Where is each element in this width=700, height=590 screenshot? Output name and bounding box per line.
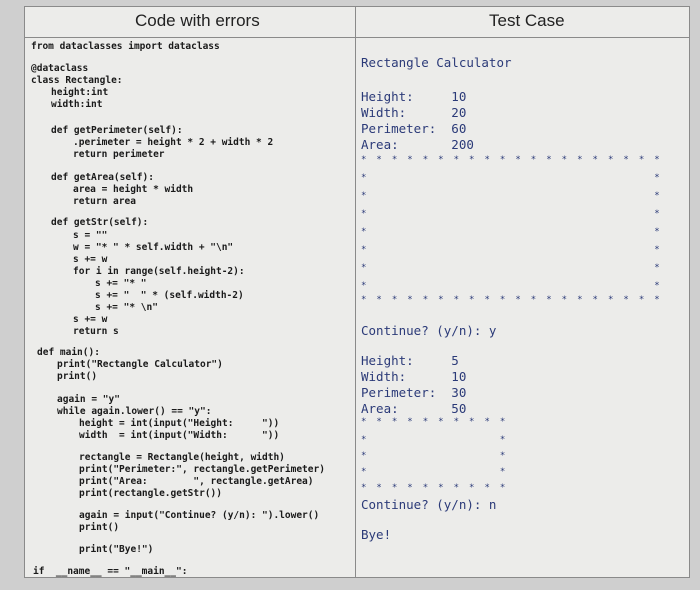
output-line: Perimeter: 60 [361,121,467,136]
code-line: if __name__ == "__main__": [33,566,188,577]
code-column-title: Code with errors [135,11,260,30]
output-line: Perimeter: 30 [361,385,467,400]
code-line: print("Bye!") [79,544,154,555]
code-line: class Rectangle: [31,75,123,86]
output-line: Width: 20 [361,105,467,120]
output-rectangle-row: * * [361,435,508,445]
code-line: return perimeter [73,149,165,160]
output-line: Bye! [361,527,392,542]
code-line: height:int [51,87,109,98]
code-comparison-panel: Code with errors Test Case from dataclas… [24,6,690,578]
code-line: s += "* \n" [95,302,158,313]
code-line: print(rectangle.getStr()) [79,488,222,499]
code-line: def main(): [37,347,100,358]
code-line: from dataclasses import dataclass [31,41,220,52]
code-line: width = int(input("Width: ")) [79,430,280,441]
output-rectangle-row: * * * * * * * * * * * * * * * * * * * * [361,295,663,305]
code-line: w = "* " * self.width + "\n" [73,242,234,253]
code-line: area = height * width [73,184,194,195]
code-line: return s [73,326,119,337]
code-line: .perimeter = height * 2 + width * 2 [73,137,274,148]
code-line: def getArea(self): [51,172,154,183]
code-line: s = "" [73,230,108,241]
output-rectangle-row: * * [361,245,663,255]
code-line: again = input("Continue? (y/n): ").lower… [79,510,320,521]
output-rectangle-row: * * * * * * * * * * [361,483,508,493]
column-divider [355,7,356,577]
output-line: Height: 5 [361,353,459,368]
output-line: Width: 10 [361,369,467,384]
code-line: def getStr(self): [51,217,149,228]
output-line: Area: 50 [361,401,467,416]
code-line: def getPerimeter(self): [51,125,183,136]
code-line: print() [57,371,98,382]
code-line: return area [73,196,136,207]
output-rectangle-row: * * [361,173,663,183]
code-line: width:int [51,99,103,110]
output-line: Area: 200 [361,137,474,152]
code-line: while again.lower() == "y": [57,406,212,417]
output-rectangle-row: * * [361,451,508,461]
panel-header: Code with errors Test Case [25,7,689,38]
output-rectangle-row: * * [361,227,663,237]
code-line: s += "* " [95,278,147,289]
code-line: height = int(input("Height: ")) [79,418,280,429]
output-rectangle-row: * * [361,191,663,201]
output-rectangle-row: * * [361,263,663,273]
program-output: Rectangle Calculator Height: 10 Width: 20 P… [361,37,687,577]
output-line: Continue? (y/n): n [361,497,497,512]
code-line: @dataclass [31,63,89,74]
code-line: print() [79,522,120,533]
code-line: rectangle = Rectangle(height, width) [79,452,285,463]
code-line: s += w [73,254,108,265]
output-line: Rectangle Calculator [361,55,512,70]
output-line: Height: 10 [361,89,467,104]
code-line: for i in range(self.height-2): [73,266,245,277]
code-line: print("Area: ", rectangle.getArea) [79,476,314,487]
output-rectangle-row: * * * * * * * * * * * * * * * * * * * * [361,155,663,165]
test-case-column-title: Test Case [489,11,565,30]
output-line: Continue? (y/n): y [361,323,497,338]
code-line: s += " " * (self.width-2) [95,290,244,301]
code-listing: from dataclasses import dataclass @datacl… [31,37,353,577]
output-rectangle-row: * * [361,281,663,291]
code-line: print("Rectangle Calculator") [57,359,223,370]
code-line: s += w [73,314,108,325]
code-line: print("Perimeter:", rectangle.getPerimet… [79,464,325,475]
output-rectangle-row: * * * * * * * * * * [361,417,508,427]
output-rectangle-row: * * [361,209,663,219]
code-line: again = "y" [57,394,120,405]
output-rectangle-row: * * [361,467,508,477]
